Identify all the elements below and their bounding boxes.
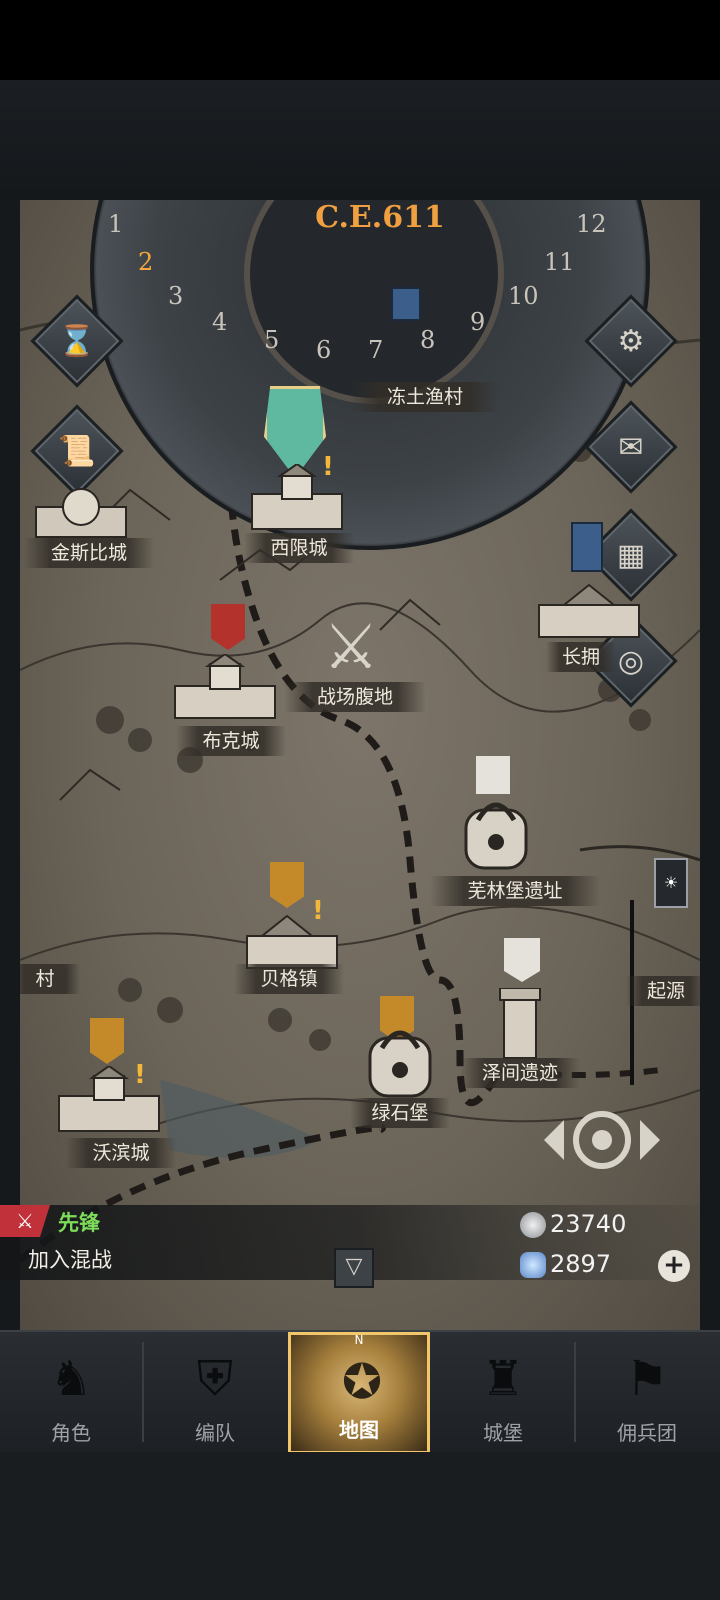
month-2-active[interactable]: 2	[138, 248, 153, 276]
helmet-icon: ⛨	[196, 1351, 233, 1407]
status-bar	[0, 0, 720, 80]
nav-castle[interactable]: ♜ 城堡	[432, 1332, 574, 1454]
month-9[interactable]: 9	[470, 308, 485, 336]
crystal-icon	[520, 1252, 546, 1278]
castle-icon: ♜	[481, 1351, 525, 1407]
knight-icon: ♞	[49, 1351, 93, 1407]
bottom-navigation: ♞ 角色 ⛨ 编队 N ✪ 地图 ♜ 城堡 ⚑ 佣兵团	[0, 1330, 720, 1454]
location-xixian[interactable]: 西限城	[244, 533, 354, 563]
month-11[interactable]: 11	[544, 248, 575, 276]
month-6[interactable]: 6	[316, 336, 331, 364]
month-5[interactable]: 5	[264, 326, 279, 354]
alert-wobin-icon: !	[134, 1060, 146, 1090]
location-wobin[interactable]: 沃滨城	[66, 1138, 176, 1168]
mercenary-icon: ⚑	[625, 1351, 669, 1407]
gear-icon: ⚙	[617, 323, 645, 359]
location-village-left[interactable]: 村	[20, 964, 80, 994]
location-changyong[interactable]: 长拥	[546, 642, 616, 672]
nav-character-label: 角色	[51, 1421, 91, 1445]
castle-changyong[interactable]	[534, 580, 644, 640]
nav-mercenary-label: 佣兵团	[617, 1421, 677, 1445]
left-frame	[0, 200, 20, 1330]
qiyuan-banner: ☀	[654, 858, 688, 908]
nav-formation-label: 编队	[195, 1421, 235, 1445]
month-12[interactable]: 12	[576, 210, 607, 238]
silver-coin-icon	[520, 1212, 546, 1238]
location-lvshi[interactable]: 绿石堡	[350, 1098, 450, 1128]
frozen-village-banner	[391, 287, 421, 321]
world-map[interactable]: C.E.611 1 2 3 4 5 6 7 8 9 10 11 12 ⌛ 📜 ⚙…	[20, 200, 700, 1330]
nav-character[interactable]: ♞ 角色	[0, 1332, 142, 1454]
location-jinsibi[interactable]: 金斯比城	[24, 538, 154, 568]
month-8[interactable]: 8	[420, 326, 435, 354]
location-qiyuan[interactable]: 起源	[626, 976, 700, 1006]
window-icon: ▦	[616, 537, 646, 573]
add-crystal-button[interactable]: +	[658, 1250, 690, 1282]
castle-xixian[interactable]	[242, 464, 352, 534]
silver-counter: 23740	[520, 1210, 626, 1238]
nav-map[interactable]: N ✪ 地图	[288, 1332, 430, 1454]
locked-castle-lvshi[interactable]	[360, 1018, 440, 1104]
location-wulin-ruins[interactable]: 芜林堡遗址	[430, 876, 600, 906]
location-zejian-ruins[interactable]: 泽间遗迹	[460, 1058, 580, 1088]
nav-castle-label: 城堡	[483, 1421, 523, 1445]
castle-buke[interactable]	[170, 654, 280, 724]
nav-mercenary[interactable]: ⚑ 佣兵团	[576, 1332, 718, 1454]
compass-map-icon: ✪	[341, 1354, 383, 1410]
castle-wobin[interactable]	[54, 1066, 164, 1136]
crystal-counter: 2897	[520, 1250, 611, 1278]
crossed-swords-icon[interactable]: ⚔	[316, 612, 386, 682]
tower-zejian[interactable]	[498, 988, 542, 1060]
hourglass-icon: ⌛	[58, 323, 96, 359]
system-nav-area	[0, 1452, 720, 1600]
month-7[interactable]: 7	[368, 336, 383, 364]
compass-north-label: N	[354, 1333, 364, 1347]
nav-formation[interactable]: ⛨ 编队	[144, 1332, 286, 1454]
right-frame	[700, 200, 720, 1330]
changyong-banner	[571, 522, 603, 572]
top-frame	[0, 80, 720, 200]
month-1[interactable]: 1	[108, 210, 123, 238]
alert-beige-icon: !	[312, 896, 324, 926]
month-10[interactable]: 10	[508, 282, 539, 310]
silver-amount: 23740	[550, 1210, 627, 1238]
scroll-icon: 📜	[58, 433, 96, 469]
crystal-amount: 2897	[550, 1250, 612, 1278]
wulin-flag	[476, 756, 510, 794]
month-3[interactable]: 3	[168, 282, 183, 310]
mail-icon: ✉	[618, 429, 644, 465]
location-battlefield[interactable]: 战场腹地	[284, 682, 426, 712]
location-frozen-village[interactable]: 冻土渔村	[350, 382, 500, 412]
castle-jinsibi[interactable]	[26, 482, 136, 542]
alert-xixian-icon: !	[322, 452, 334, 482]
location-beige[interactable]: 贝格镇	[234, 964, 344, 994]
nav-map-label: 地图	[339, 1418, 379, 1442]
castle-beige[interactable]	[242, 912, 342, 972]
locked-castle-wulin[interactable]	[456, 790, 536, 876]
location-buke[interactable]: 布克城	[176, 726, 286, 756]
collapse-panel-button[interactable]: ▽	[334, 1248, 374, 1288]
month-4[interactable]: 4	[212, 308, 227, 336]
vanguard-status[interactable]: 先锋	[58, 1207, 100, 1237]
recenter-compass-button[interactable]	[544, 1104, 660, 1176]
join-battle-link[interactable]: 加入混战	[28, 1244, 112, 1274]
